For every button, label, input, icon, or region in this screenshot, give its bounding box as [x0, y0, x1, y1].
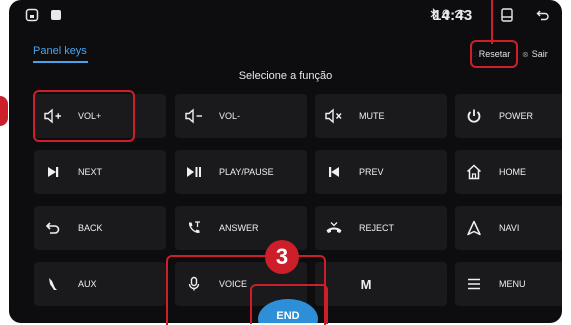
highlight-reset-button	[470, 40, 518, 68]
key-label: AUX	[78, 279, 97, 289]
key-reject[interactable]: REJECT	[315, 206, 447, 250]
key-prev[interactable]: PREV	[315, 150, 447, 194]
key-label: MUTE	[359, 111, 385, 121]
key-home[interactable]: HOME	[455, 150, 562, 194]
next-track-icon	[42, 161, 64, 183]
key-aux[interactable]: AUX	[34, 262, 166, 306]
back-arrow-icon	[42, 217, 64, 239]
mute-icon	[323, 105, 345, 127]
key-label: PLAY/PAUSE	[219, 167, 274, 177]
key-label: REJECT	[359, 223, 395, 233]
key-menu[interactable]: MENU	[455, 262, 562, 306]
key-power[interactable]: POWER	[455, 94, 562, 138]
answer-call-icon	[183, 217, 205, 239]
tutorial-pointer-line	[491, 0, 493, 44]
key-label: NAVI	[499, 223, 520, 233]
aux-cable-icon	[42, 273, 64, 295]
menu-icon	[463, 273, 485, 295]
key-play-pause[interactable]: PLAY/PAUSE	[175, 150, 307, 194]
tutorial-side-marker	[0, 96, 8, 126]
play-pause-icon	[183, 161, 205, 183]
key-navi[interactable]: NAVI	[455, 206, 562, 250]
volume-down-icon	[183, 105, 205, 127]
key-next[interactable]: NEXT	[34, 150, 166, 194]
previous-track-icon	[323, 161, 345, 183]
key-label: VOL-	[219, 111, 241, 121]
step-number-badge: 3	[265, 240, 299, 274]
key-label: MENU	[499, 279, 526, 289]
highlight-end-button	[250, 284, 328, 324]
reject-call-icon	[323, 217, 345, 239]
key-label: ANSWER	[219, 223, 259, 233]
key-back[interactable]: BACK	[34, 206, 166, 250]
power-icon	[463, 105, 485, 127]
key-vol-down[interactable]: VOL-	[175, 94, 307, 138]
key-label: POWER	[499, 111, 534, 121]
mode-m-icon: M	[360, 276, 372, 292]
key-mode[interactable]: M	[315, 262, 447, 306]
key-mute[interactable]: MUTE	[315, 94, 447, 138]
navigation-icon	[463, 217, 485, 239]
home-icon	[463, 161, 485, 183]
key-label: NEXT	[78, 167, 103, 177]
key-label: HOME	[499, 167, 526, 177]
key-label: PREV	[359, 167, 384, 177]
key-label: BACK	[78, 223, 103, 233]
highlight-vol-up-key	[33, 90, 135, 142]
